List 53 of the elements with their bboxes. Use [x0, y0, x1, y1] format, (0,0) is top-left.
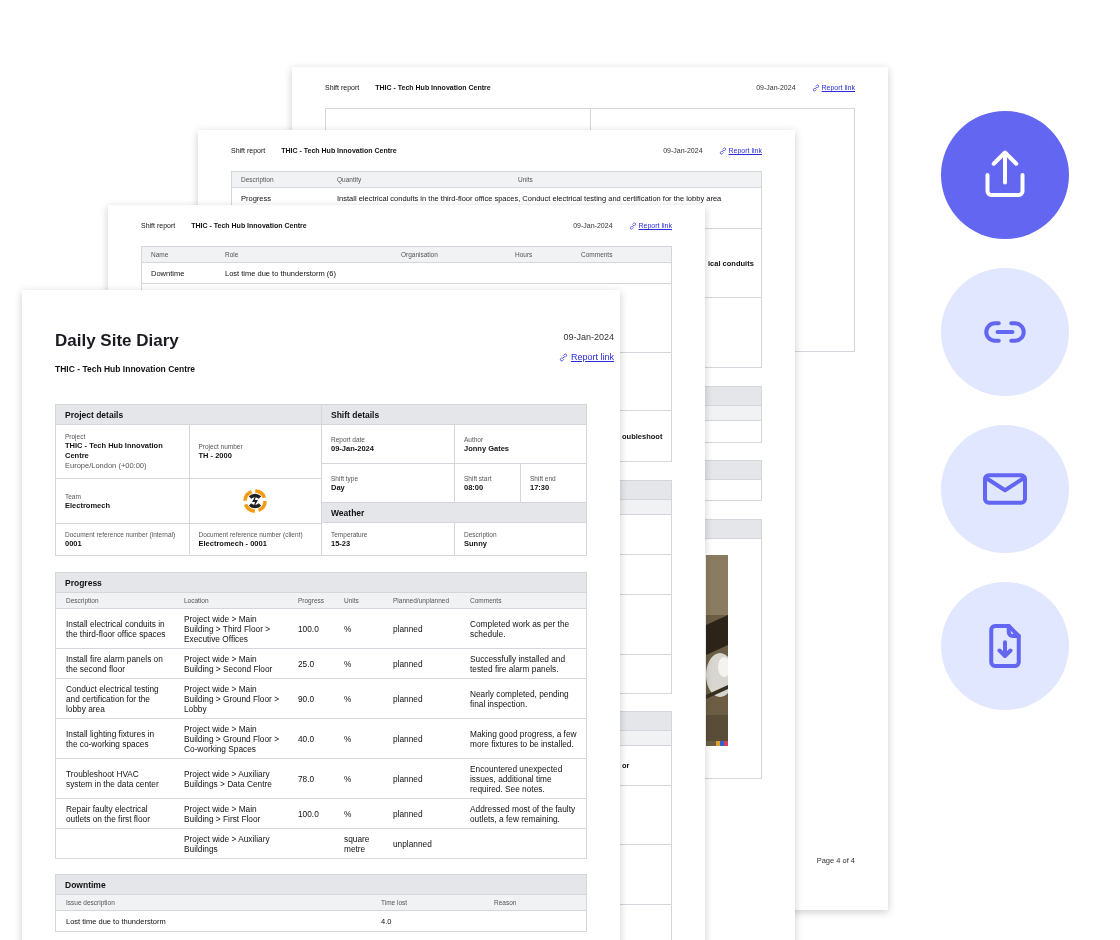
table-cell-text: Successfully installed and tested fire alarm panels.	[470, 653, 566, 674]
table-cell: planned	[393, 773, 423, 784]
table-cell: 100.0	[298, 808, 319, 819]
table-cell-text: Project wide > Main Building > Second Floor	[184, 653, 274, 674]
table-cell: %	[344, 733, 352, 744]
table-cell: planned	[393, 693, 423, 704]
table-cell: planned	[393, 658, 423, 669]
table-cell: 25.0	[298, 658, 315, 669]
table-cell-text: Encountered unexpected issues, additional time required. See notes.	[470, 763, 564, 794]
table-cell: planned	[393, 733, 423, 744]
table-cell: %	[344, 658, 352, 669]
link-icon	[558, 352, 568, 362]
table-cell-text: Nearly completed, pending final inspection.	[470, 688, 570, 709]
table-cell-text: Project wide > Main Building > Third Floor > Executive Offices	[184, 613, 272, 644]
table-cell-text: Project wide > Auxiliary Buildings > Data Centre	[184, 768, 273, 789]
link-icon	[718, 146, 727, 155]
table-cell-text: Conduct electrical testing and certification for the lobby area	[66, 683, 160, 714]
table-cell-text: square metre	[344, 833, 371, 854]
table-cell: 40.0	[298, 733, 315, 744]
link-icon	[811, 83, 820, 92]
section-header: Progress	[56, 573, 586, 593]
table-cell-text: Project wide > Main Building > First Floor	[184, 803, 262, 824]
table-cell: Project wide > Main Building > Ground Floor > Co-working Spaces	[184, 723, 280, 754]
table-cell-text: Completed work as per the schedule.	[470, 618, 571, 639]
table-cell-text: Troubleshoot HVAC system in the data center	[66, 768, 160, 789]
section-header: Project details	[56, 405, 321, 425]
table-cell-text: Repair faulty electrical outlets on the first floor	[66, 803, 151, 824]
section-header: Weather	[322, 503, 586, 523]
project-name: THIC - Tech Hub Innovation Centre	[55, 364, 196, 374]
table-cell: 100.0	[298, 623, 319, 634]
table-cell-text: Install fire alarm panels on the second floor	[66, 653, 164, 674]
table-cell-text: Install lighting fixtures in the co-working spaces	[66, 728, 156, 749]
table-cell: Project wide > Main Building > Ground Floor > Lobby	[184, 683, 280, 714]
table-cell-text: Addressed most of the faulty outlets, a few remaining.	[470, 803, 577, 824]
table-cell: Making good progress, a few more fixtures to be installed.	[470, 728, 578, 749]
section-header: Shift details	[322, 405, 586, 425]
link-icon	[628, 221, 637, 230]
table-cell: %	[344, 773, 352, 784]
table-cell-text: Project wide > Auxiliary Buildings	[184, 833, 271, 854]
page-title: Daily Site Diary	[55, 330, 180, 352]
report-link[interactable]: Report link	[558, 352, 614, 362]
bolt-logo-icon	[242, 488, 269, 514]
table-cell: %	[344, 623, 352, 634]
table-cell: unplanned	[393, 838, 432, 849]
table-cell: 90.0	[298, 693, 315, 704]
table-cell: planned	[393, 623, 423, 634]
table-cell: 78.0	[298, 773, 315, 784]
table-cell: Install electrical conduits in the third-floor office spaces	[66, 618, 166, 639]
section-header: Downtime	[56, 875, 586, 895]
table-cell: %	[344, 693, 352, 704]
table-cell: planned	[393, 808, 423, 819]
report-date: 09-Jan-2024	[563, 332, 614, 342]
table-cell: %	[344, 808, 352, 819]
